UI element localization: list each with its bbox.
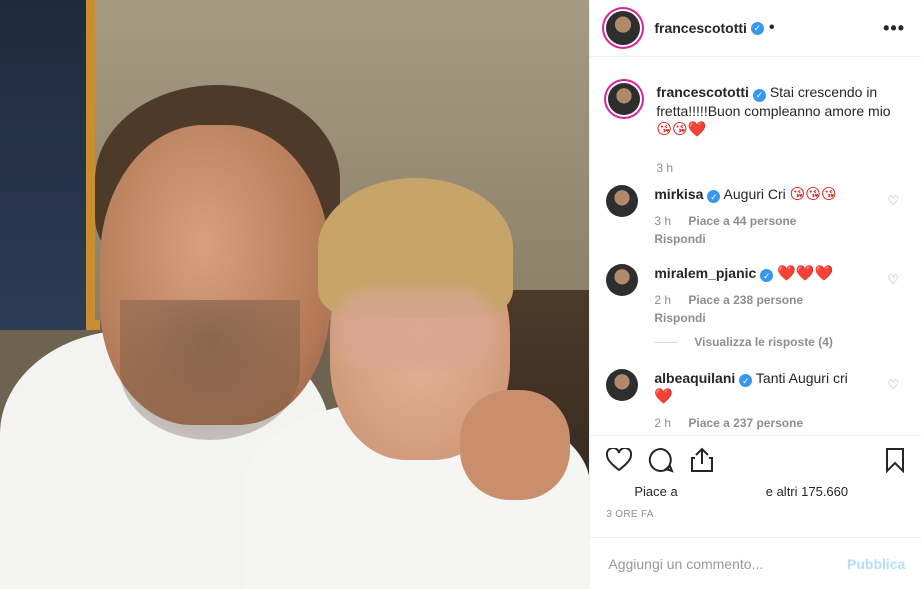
man-beard <box>120 300 300 440</box>
add-comment-bar: Pubblica <box>590 537 921 589</box>
comment-time[interactable]: 3 h <box>654 214 671 228</box>
comment-avatar[interactable] <box>606 368 639 401</box>
comment-time[interactable]: 2 h <box>654 293 671 307</box>
comment-likes[interactable]: Piace a 237 persone <box>688 416 803 430</box>
view-replies-button[interactable]: Visualizza le risposte (4) <box>654 335 905 349</box>
post-timestamp[interactable]: 3 ORE FA <box>590 499 921 520</box>
likes-prefix: Piace a <box>634 484 678 499</box>
comment-emojis: ❤️ <box>654 388 674 405</box>
comment-text: Auguri Cri <box>723 185 786 202</box>
caption-avatar[interactable] <box>608 83 641 115</box>
like-comment-heart-icon[interactable]: ♡ <box>887 272 899 288</box>
publish-button[interactable]: Pubblica <box>847 556 905 572</box>
reply-button[interactable]: Rispondi <box>654 311 705 325</box>
verified-badge-icon: ✓ <box>750 21 764 35</box>
share-icon[interactable] <box>690 447 714 478</box>
comment-row: albeaquilani ✓ Tanti Auguri cri ❤️ 2 h Pi… <box>606 368 905 433</box>
caption-username[interactable]: francescototti <box>656 84 749 100</box>
comment-emojis: ❤️❤️❤️ <box>777 264 834 282</box>
comment-username[interactable]: mirkisa <box>654 186 703 202</box>
background-wall-dark <box>0 0 100 330</box>
post-photo[interactable] <box>0 0 590 589</box>
post-header: francescototti ✓ • ••• <box>590 0 921 57</box>
like-comment-heart-icon[interactable]: ♡ <box>887 377 899 393</box>
comment-likes[interactable]: Piace a 44 persone <box>688 214 796 228</box>
comment-input[interactable] <box>606 554 847 573</box>
verified-badge-icon: ✓ <box>752 88 766 102</box>
likes-suffix[interactable]: e altri 175.660 <box>766 484 848 499</box>
comments-list[interactable]: francescototti ✓ Stai crescendo in fretta… <box>590 57 921 435</box>
like-heart-icon[interactable] <box>606 446 633 477</box>
comment-time[interactable]: 2 h <box>654 416 671 430</box>
save-bookmark-icon[interactable] <box>885 447 905 478</box>
comment-avatar[interactable] <box>606 263 639 296</box>
author-avatar[interactable] <box>606 11 641 45</box>
author-username[interactable]: francescototti <box>654 20 747 36</box>
post-side-panel: francescototti ✓ • ••• francescototti ✓ S… <box>589 0 921 589</box>
comment-row: miralem_pjanic ✓ ❤️❤️❤️ 2 h Piace a 238 p… <box>606 263 905 327</box>
post-actions: Piace a e altri 175.660 3 ORE FA <box>590 435 921 520</box>
more-options-icon[interactable]: ••• <box>883 18 905 39</box>
reply-button[interactable]: Rispondi <box>654 232 705 246</box>
view-replies-label[interactable]: Visualizza le risposte (4) <box>694 335 833 349</box>
blurred-face-area <box>335 290 495 370</box>
likes-summary[interactable]: Piace a e altri 175.660 <box>590 482 921 499</box>
verified-badge-icon: ✓ <box>760 269 774 282</box>
verified-badge-icon: ✓ <box>707 190 721 203</box>
comment-username[interactable]: miralem_pjanic <box>654 265 756 281</box>
verified-badge-icon: ✓ <box>739 374 753 387</box>
follow-dot: • <box>768 19 775 36</box>
caption-emojis: 😘😘❤️ <box>656 120 707 138</box>
man-hand <box>460 390 570 500</box>
caption-row: francescototti ✓ Stai crescendo in fretta… <box>606 83 905 177</box>
comment-username[interactable]: albeaquilani <box>654 370 735 386</box>
comment-text: Tanti Auguri cri <box>755 369 848 386</box>
comment-bubble-icon[interactable] <box>648 447 675 478</box>
comment-likes[interactable]: Piace a 238 persone <box>688 293 803 307</box>
replies-line <box>654 341 679 343</box>
comment-row: mirkisa ✓ Auguri Cri 😘😘😘 3 h Piace a 44 p… <box>606 184 905 248</box>
comment-avatar[interactable] <box>606 184 639 217</box>
comment-emojis: 😘😘😘 <box>789 185 837 203</box>
caption-time[interactable]: 3 h <box>656 161 673 175</box>
like-comment-heart-icon[interactable]: ♡ <box>887 193 899 209</box>
